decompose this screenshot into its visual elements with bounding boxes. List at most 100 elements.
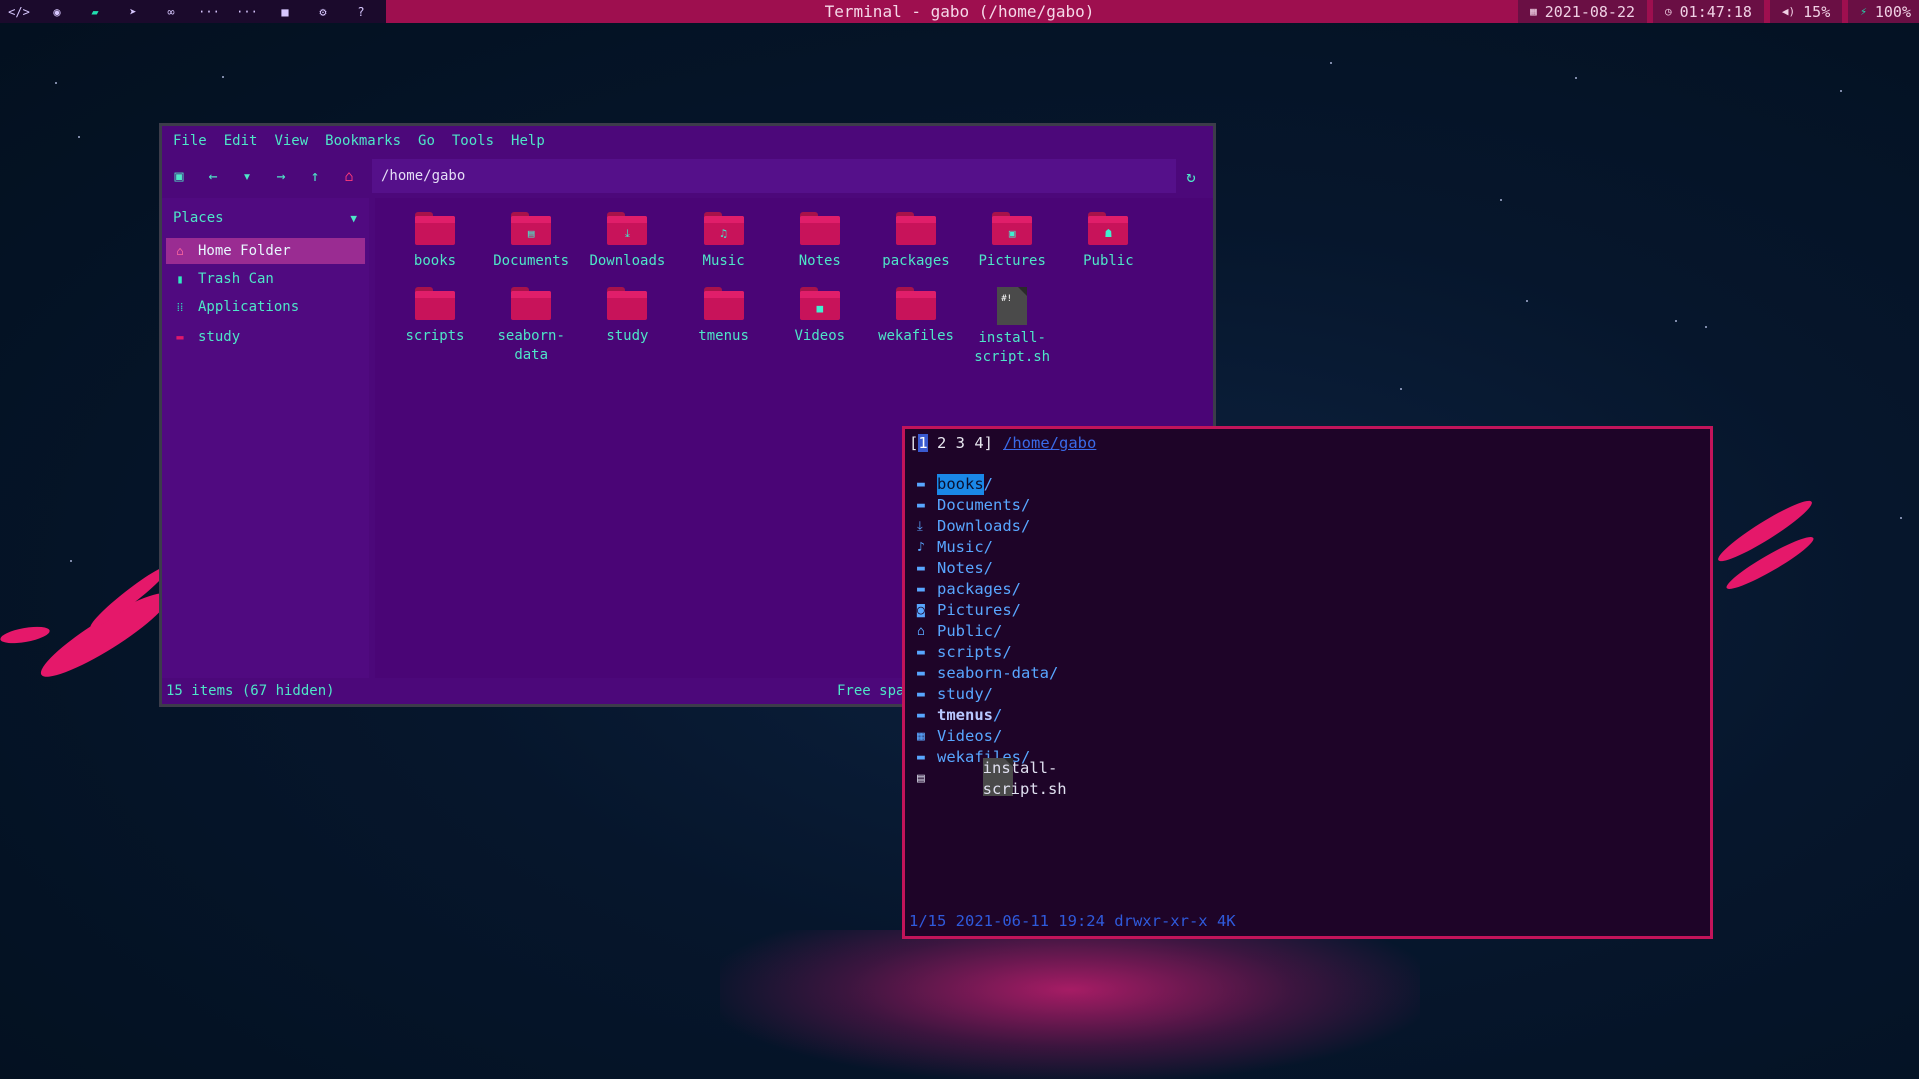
list-item[interactable]: ♪ Music / <box>917 537 1058 558</box>
list-item[interactable]: ▬ Notes / <box>917 558 1058 579</box>
dots-icon[interactable]: ··· <box>190 0 228 23</box>
documents-folder-icon: ▤ <box>511 212 552 245</box>
list-item[interactable]: ▬ scripts / <box>917 642 1058 663</box>
star <box>1575 77 1577 79</box>
entry-suffix: / <box>983 685 994 703</box>
back-arrow-icon[interactable]: ← <box>196 161 230 191</box>
places-header[interactable]: Places ▼ <box>162 198 369 238</box>
folder-view-item[interactable]: ☗ Public <box>1060 212 1156 271</box>
places-label: Places <box>173 210 224 226</box>
item-count: 15 items (67 hidden) <box>166 683 335 699</box>
files-icon[interactable]: ▰ <box>76 0 114 23</box>
star <box>1900 517 1902 519</box>
folder-view-item[interactable]: wekafiles <box>868 287 964 346</box>
history-dropdown-icon[interactable]: ▾ <box>230 161 264 191</box>
menu-view[interactable]: View <box>274 133 308 149</box>
menu-edit[interactable]: Edit <box>224 133 258 149</box>
folder-icon <box>703 287 744 320</box>
list-item[interactable]: ◙ Pictures / <box>917 600 1058 621</box>
list-item[interactable]: ⌂ Public / <box>917 621 1058 642</box>
folder-view-item[interactable]: ▤ Documents <box>483 212 579 271</box>
menu-go[interactable]: Go <box>418 133 435 149</box>
telegram-icon[interactable]: ➤ <box>114 0 152 23</box>
new-tab-icon[interactable]: ▣ <box>162 161 196 191</box>
folder-icon <box>896 287 936 320</box>
item-label: books <box>413 253 457 269</box>
folder-view-item[interactable]: ♫ Music <box>676 212 772 271</box>
folder-view-item[interactable]: tmenus <box>676 287 772 346</box>
item-label: Music <box>702 253 745 269</box>
dots-icon[interactable]: ··· <box>228 0 266 23</box>
folder-view-item[interactable]: scripts <box>387 287 483 346</box>
code-icon[interactable]: </> <box>0 0 38 23</box>
clock-widget[interactable]: ◷ 01:47:18 <box>1653 0 1764 23</box>
free-space: Free spa <box>837 683 905 699</box>
settings-icon[interactable]: ⚙ <box>304 0 342 23</box>
sidebar-item-study[interactable]: ▬ study <box>166 324 365 350</box>
up-arrow-icon[interactable]: ↑ <box>298 161 332 191</box>
sidebar-item-trash-can[interactable]: ▮ Trash Can <box>166 266 365 292</box>
item-label: Public <box>1083 253 1134 269</box>
location-bar[interactable]: /home/gabo <box>372 159 1176 193</box>
battery-widget[interactable]: ⚡ 100% <box>1848 0 1919 23</box>
help-icon[interactable]: ? <box>342 0 380 23</box>
sidebar-item-applications[interactable]: ⁞⁞ Applications <box>166 294 365 320</box>
list-item[interactable]: ▤ install-script.sh <box>917 757 1067 798</box>
date-widget[interactable]: ▦ 2021-08-22 <box>1518 0 1648 23</box>
folder-view-item[interactable]: ■ Videos <box>772 287 868 346</box>
tab-current[interactable]: 1 <box>918 434 928 452</box>
folder-view-item[interactable]: #! install- script.sh <box>964 287 1060 367</box>
forward-arrow-icon[interactable]: → <box>264 161 298 191</box>
sidebar-item-home-folder[interactable]: ⌂ Home Folder <box>166 238 365 264</box>
list-item[interactable]: ▬ books / <box>917 474 1058 495</box>
entry-suffix: / <box>983 538 994 556</box>
note-icon[interactable]: ■ <box>266 0 304 23</box>
sidebar-item-label: Trash Can <box>198 271 274 287</box>
menu-bookmarks[interactable]: Bookmarks <box>325 133 401 149</box>
tabs-bracket: [ <box>909 434 919 452</box>
entry-name: tmenus <box>937 706 993 724</box>
list-item[interactable]: ⤓ Downloads / <box>917 516 1058 537</box>
list-item[interactable]: ▦ Videos / <box>917 726 1058 747</box>
list-item[interactable]: ▬ packages / <box>917 579 1058 600</box>
reload-icon[interactable]: ↻ <box>1177 159 1205 193</box>
menu-tools[interactable]: Tools <box>452 133 494 149</box>
list-item[interactable]: ▬ tmenus / <box>917 705 1058 726</box>
chevron-down-icon[interactable]: ▼ <box>350 212 357 225</box>
top-panel: </> ◉ ▰ ➤ ∞ ··· ··· ■ ⚙ ? Terminal - gab… <box>0 0 1919 23</box>
home-icon: ⌂ <box>176 244 184 258</box>
list-item[interactable]: ▬ seaborn-data / <box>917 663 1058 684</box>
folder-view-item[interactable]: seaborn- data <box>483 287 579 365</box>
folder-view-item[interactable]: packages <box>868 212 964 271</box>
trash-icon: ▮ <box>176 272 184 286</box>
folder-icon <box>415 287 455 320</box>
tabs-other[interactable]: 2 3 4] <box>928 434 993 452</box>
sidebar-item-label: Applications <box>198 299 300 315</box>
terminal-window[interactable]: [1 2 3 4]/home/gabo ▬ books / ▬ Documents / ⤓ D… <box>902 426 1713 939</box>
folder-view-item[interactable]: Notes <box>772 212 868 271</box>
gamepad-icon[interactable]: ∞ <box>152 0 190 23</box>
decorative-reflection <box>720 930 1420 1079</box>
folder-view-item[interactable]: books <box>387 212 483 271</box>
folder-view-item[interactable]: study <box>579 287 675 346</box>
list-item[interactable]: ▬ study / <box>917 684 1058 705</box>
folder-icon: ▬ <box>917 708 925 723</box>
entry-suffix: / <box>1021 517 1031 535</box>
list-item[interactable]: ▬ Documents / <box>917 495 1058 516</box>
menu-help[interactable]: Help <box>511 133 545 149</box>
entry-suffix: / <box>983 559 994 577</box>
folder-icon <box>415 212 455 245</box>
volume-widget[interactable]: ◀) 15% <box>1769 0 1843 23</box>
folder-icon: ▬ <box>917 561 925 576</box>
browser-icon[interactable]: ◉ <box>38 0 76 23</box>
entry-suffix: / <box>983 475 994 493</box>
decorative-wave-left <box>0 623 51 647</box>
menu-bar: File Edit View Bookmarks Go Tools Help <box>162 126 1213 156</box>
menu-file[interactable]: File <box>173 133 207 149</box>
home-icon[interactable]: ⌂ <box>332 161 366 191</box>
item-label: Notes <box>798 253 841 269</box>
folder-view-item[interactable]: ⤓ Downloads <box>579 212 675 271</box>
entry-name: install-script.sh <box>982 757 1067 798</box>
entry-suffix: / <box>993 727 1003 745</box>
folder-view-item[interactable]: ▣ Pictures <box>964 212 1060 271</box>
